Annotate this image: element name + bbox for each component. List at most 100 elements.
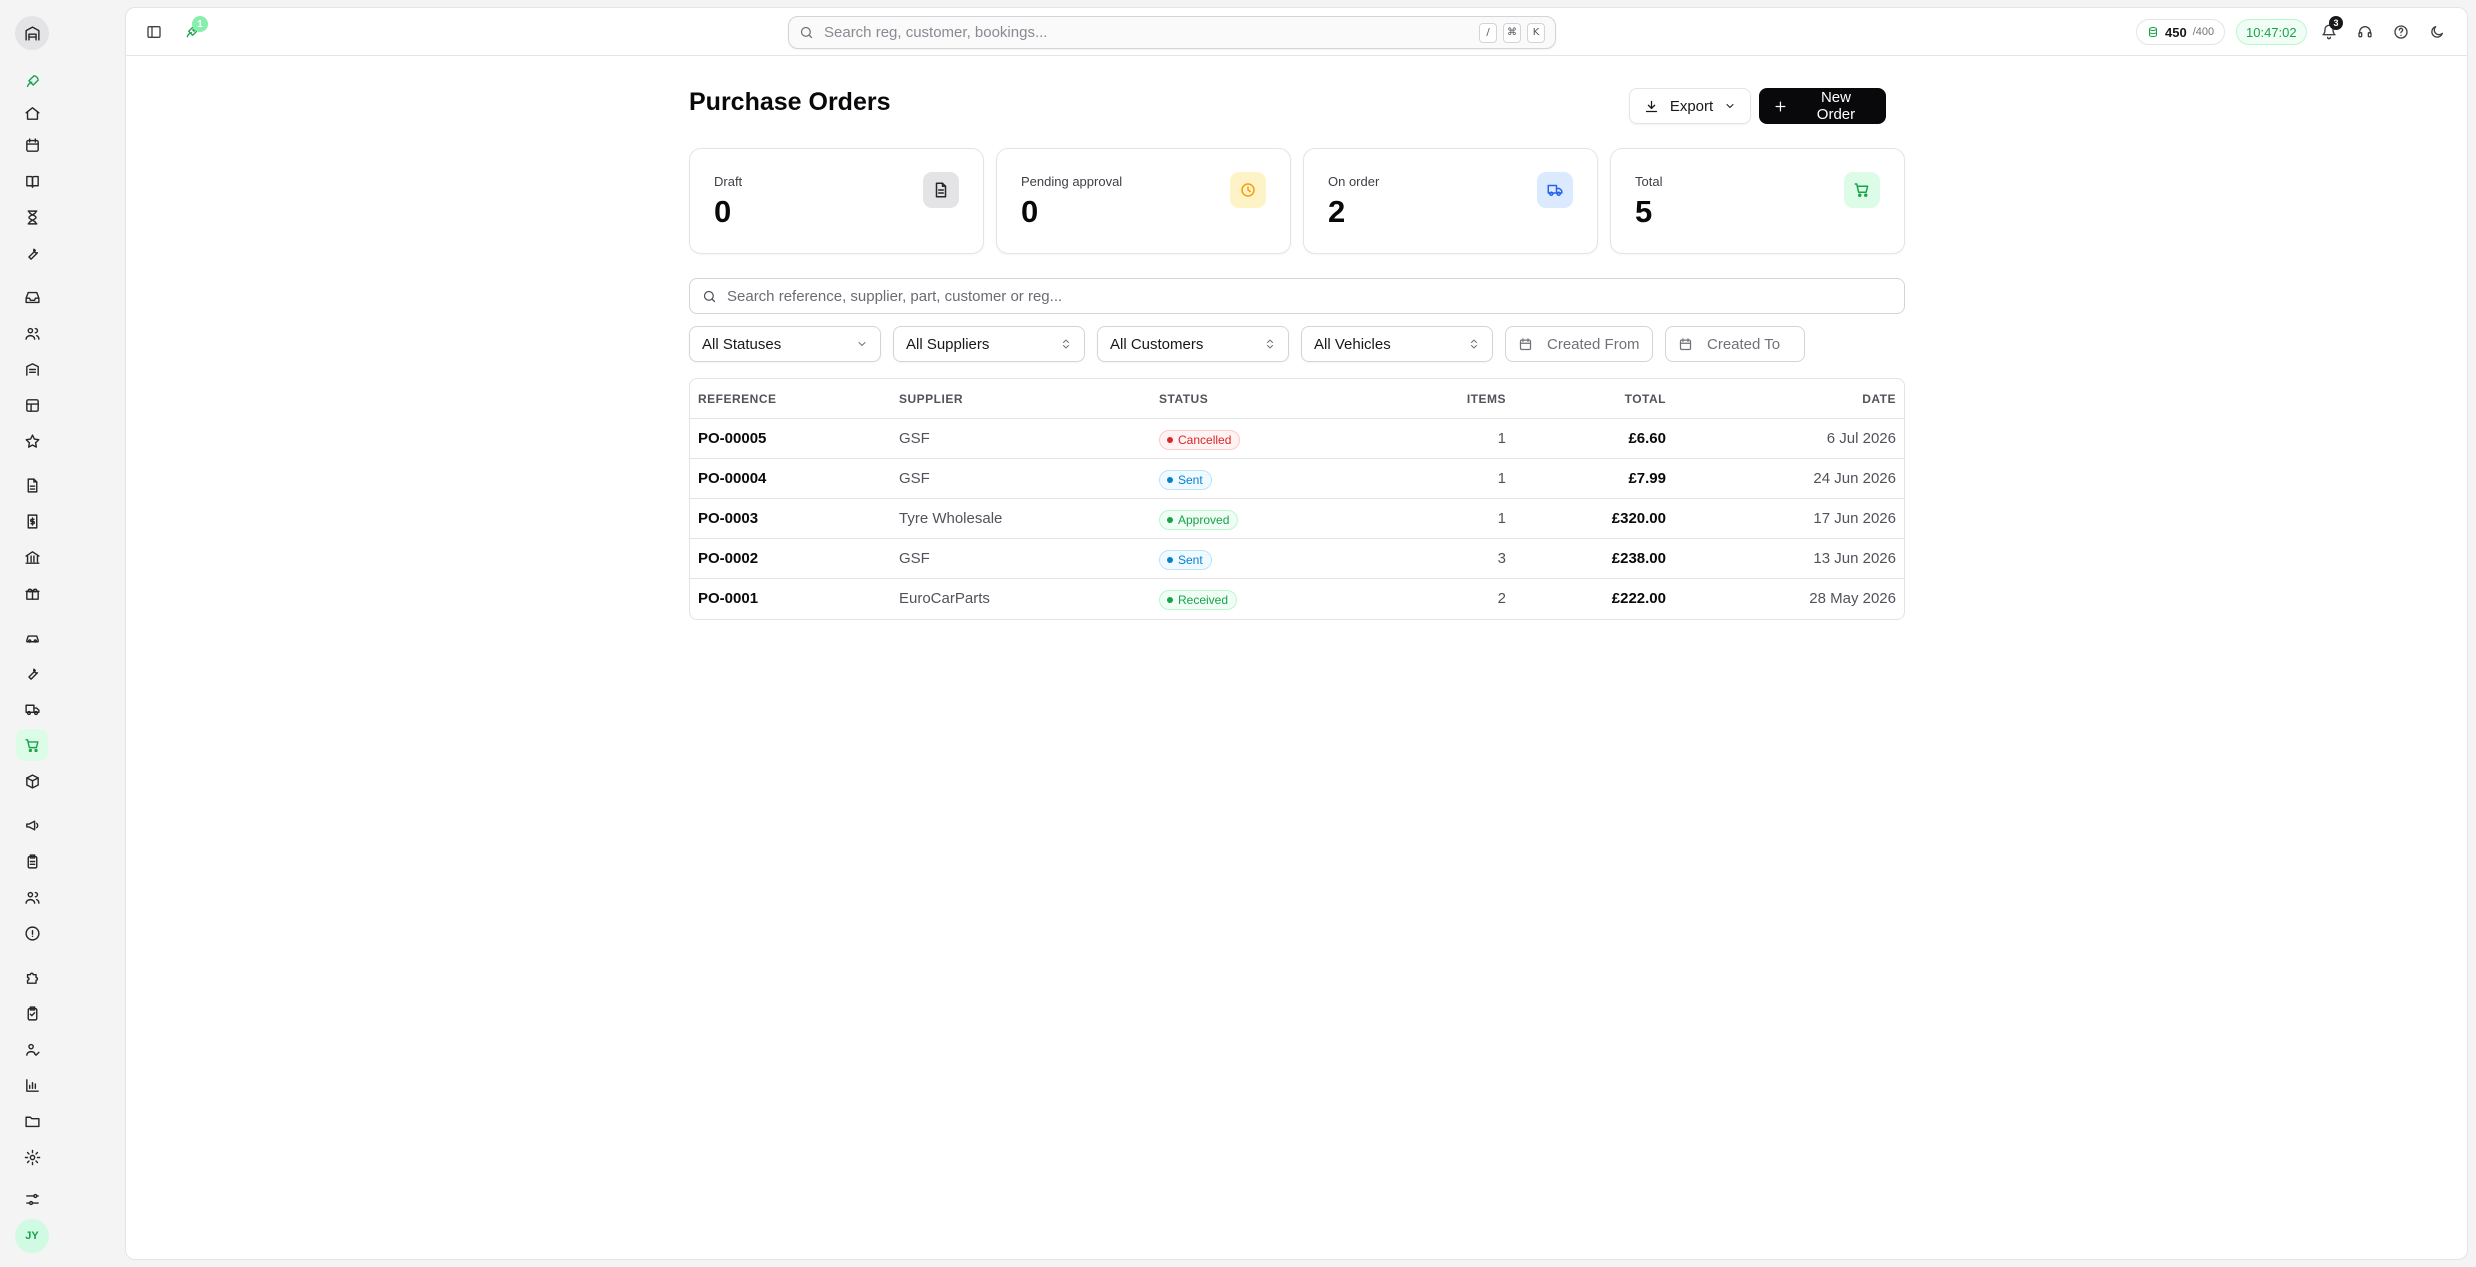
- created-from-date-picker[interactable]: Created From: [1505, 326, 1653, 362]
- status-text: Sent: [1178, 473, 1203, 487]
- row-items: 1: [1497, 430, 1506, 447]
- created-to-date-picker[interactable]: Created To: [1665, 326, 1805, 362]
- sidebar-wrench-icon[interactable]: [16, 237, 48, 269]
- chevron-down-icon: [1726, 104, 1734, 108]
- sidebar-truck-icon[interactable]: [16, 693, 48, 725]
- supplier-filter-select[interactable]: All Suppliers: [893, 326, 1085, 362]
- sidebar-car-icon[interactable]: [16, 621, 48, 653]
- header-reference[interactable]: REFERENCE: [698, 379, 777, 419]
- sidebar-checklist-icon[interactable]: [16, 997, 48, 1029]
- sidebar-building-icon[interactable]: [16, 353, 48, 385]
- row-date: 13 Jun 2026: [1813, 550, 1896, 567]
- clock-display: 10:47:02: [2236, 19, 2307, 45]
- sidebar-sliders-icon[interactable]: [16, 1183, 48, 1215]
- status-text: Approved: [1178, 513, 1230, 527]
- stat-label: Draft: [714, 174, 743, 189]
- page-title: Purchase Orders: [689, 88, 891, 116]
- sidebar-settings-icon[interactable]: [16, 1141, 48, 1173]
- document-icon: [923, 172, 959, 208]
- status-badge: Cancelled: [1159, 430, 1241, 450]
- row-date: 28 May 2026: [1809, 590, 1896, 607]
- sidebar-calendar-icon[interactable]: [16, 129, 48, 161]
- search-icon: [800, 26, 813, 39]
- table-row[interactable]: PO-0002 GSF Sent 3 £238.00 13 Jun 2026: [690, 539, 1904, 579]
- clock-icon: [1230, 172, 1266, 208]
- sidebar-table-icon[interactable]: [16, 389, 48, 421]
- row-supplier: GSF: [899, 470, 930, 487]
- sidebar-folder-icon[interactable]: [16, 1105, 48, 1137]
- customer-filter-value: All Customers: [1110, 335, 1204, 353]
- stat-value: 2: [1328, 194, 1346, 229]
- row-total: £222.00: [1611, 590, 1666, 607]
- row-reference[interactable]: PO-00005: [698, 419, 766, 459]
- status-filter-select[interactable]: All Statuses: [689, 326, 881, 362]
- row-reference[interactable]: PO-0001: [698, 579, 758, 619]
- orders-search[interactable]: [689, 278, 1905, 314]
- sidebar-tools-icon[interactable]: [16, 657, 48, 689]
- status-text: Cancelled: [1178, 433, 1232, 447]
- customer-filter-select[interactable]: All Customers: [1097, 326, 1289, 362]
- row-supplier: EuroCarParts: [899, 590, 990, 607]
- table-row[interactable]: PO-0003 Tyre Wholesale Approved 1 £320.00 17 …: [690, 499, 1904, 539]
- global-search[interactable]: / ⌘ K: [788, 16, 1556, 49]
- credits-used: 450: [2165, 24, 2187, 40]
- orders-search-input[interactable]: [727, 287, 1892, 305]
- credits-indicator[interactable]: 450 /400: [2136, 19, 2226, 45]
- sidebar-inbox-icon[interactable]: [16, 281, 48, 313]
- export-button[interactable]: Export: [1629, 88, 1751, 124]
- new-order-button[interactable]: New Order: [1759, 88, 1886, 124]
- garage-logo-icon[interactable]: [15, 16, 49, 50]
- sidebar-rocket-icon[interactable]: [16, 65, 48, 97]
- sidebar-team-icon[interactable]: [16, 881, 48, 913]
- row-items: 2: [1497, 590, 1506, 607]
- sidebar-hourglass-icon[interactable]: [16, 201, 48, 233]
- dark-mode-moon-icon[interactable]: [2423, 18, 2451, 46]
- header-items[interactable]: ITEMS: [1467, 379, 1506, 419]
- sidebar-document-icon[interactable]: [16, 469, 48, 501]
- sidebar-gift-icon[interactable]: [16, 577, 48, 609]
- headset-support-icon[interactable]: [2351, 18, 2379, 46]
- sidebar-info-icon[interactable]: [16, 917, 48, 949]
- stat-value: 0: [714, 194, 732, 229]
- new-order-label: New Order: [1816, 89, 1856, 123]
- sidebar-star-icon[interactable]: [16, 425, 48, 457]
- status-text: Received: [1178, 593, 1229, 607]
- sidebar-home-icon[interactable]: [16, 97, 48, 129]
- sidebar-package-icon[interactable]: [16, 765, 48, 797]
- row-reference[interactable]: PO-0003: [698, 499, 758, 539]
- sidebar-user-check-icon[interactable]: [16, 1033, 48, 1065]
- header-status[interactable]: STATUS: [1159, 379, 1208, 419]
- help-icon[interactable]: [2387, 18, 2415, 46]
- sidebar-users-icon[interactable]: [16, 317, 48, 349]
- sidebar-toggle-icon[interactable]: [140, 18, 168, 46]
- status-badge: Approved: [1159, 510, 1239, 530]
- header-total[interactable]: TOTAL: [1625, 379, 1666, 419]
- row-date: 24 Jun 2026: [1813, 470, 1896, 487]
- sidebar-puzzle-icon[interactable]: [16, 961, 48, 993]
- sidebar-chart-icon[interactable]: [16, 1069, 48, 1101]
- chevrons-up-down-icon: [1267, 339, 1273, 349]
- table-header-row: REFERENCE SUPPLIER STATUS ITEMS TOTAL DA…: [690, 379, 1904, 419]
- table-row[interactable]: PO-00005 GSF Cancelled 1 £6.60 6 Jul 2026: [690, 419, 1904, 459]
- stat-card-total: Total 5: [1610, 148, 1905, 254]
- stat-label: Pending approval: [1021, 174, 1123, 189]
- header-supplier[interactable]: SUPPLIER: [899, 379, 963, 419]
- user-avatar[interactable]: JY: [15, 1219, 49, 1253]
- global-search-input[interactable]: [824, 24, 1473, 41]
- sidebar-bank-icon[interactable]: [16, 541, 48, 573]
- table-row[interactable]: PO-0001 EuroCarParts Received 2 £222.00 28 Ma…: [690, 579, 1904, 619]
- sidebar-cart-icon[interactable]: [16, 729, 48, 761]
- header-date[interactable]: DATE: [1862, 379, 1896, 419]
- row-reference[interactable]: PO-0002: [698, 539, 758, 579]
- status-dot: [1167, 437, 1173, 443]
- table-row[interactable]: PO-00004 GSF Sent 1 £7.99 24 Jun 2026: [690, 459, 1904, 499]
- row-reference[interactable]: PO-00004: [698, 459, 766, 499]
- sidebar-megaphone-icon[interactable]: [16, 809, 48, 841]
- status-filter-value: All Statuses: [702, 335, 782, 353]
- vehicle-filter-select[interactable]: All Vehicles: [1301, 326, 1493, 362]
- row-date: 17 Jun 2026: [1813, 510, 1896, 527]
- sidebar-invoice-icon[interactable]: [16, 505, 48, 537]
- sidebar-book-icon[interactable]: [16, 165, 48, 197]
- sidebar-clipboard-icon[interactable]: [16, 845, 48, 877]
- status-badge: Sent: [1159, 470, 1212, 490]
